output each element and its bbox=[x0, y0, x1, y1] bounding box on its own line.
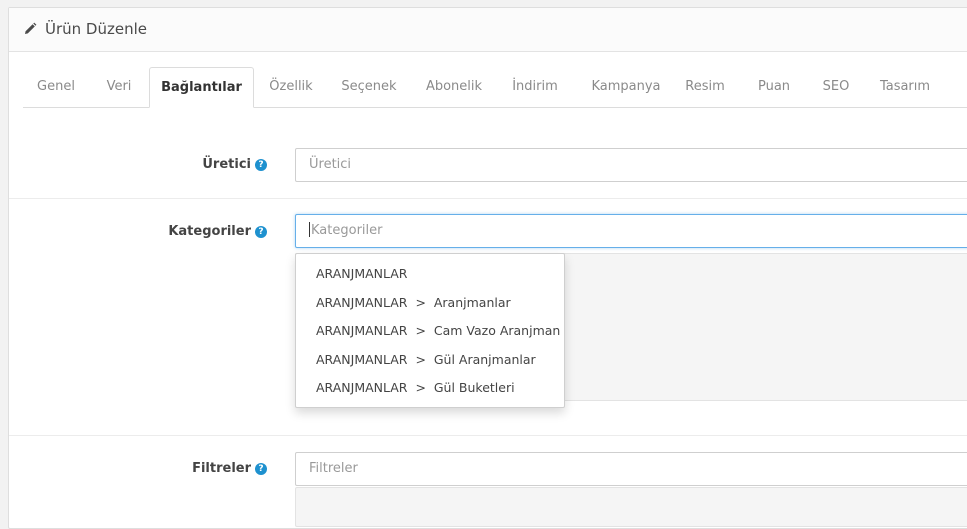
divider bbox=[9, 435, 967, 436]
dropdown-item[interactable]: ARANJMANLAR bbox=[316, 266, 408, 281]
tab-kampanya[interactable]: Kampanya bbox=[589, 67, 663, 107]
dropdown-item[interactable]: ARANJMANLAR > Aranjmanlar bbox=[316, 295, 511, 310]
tab-seo[interactable]: SEO bbox=[821, 67, 851, 107]
tab-ozellik[interactable]: Özellik bbox=[261, 67, 321, 107]
tab-tasarim[interactable]: Tasarım bbox=[877, 67, 933, 107]
manufacturer-input[interactable]: Üretici bbox=[295, 148, 967, 182]
tab-baglantilar[interactable]: Bağlantılar bbox=[149, 67, 254, 108]
page-title: Ürün Düzenle bbox=[45, 20, 147, 38]
pencil-icon bbox=[25, 22, 37, 34]
categories-autocomplete-dropdown: ARANJMANLAR ARANJMANLAR > Aranjmanlar AR… bbox=[295, 253, 565, 408]
help-icon[interactable]: ? bbox=[255, 463, 267, 475]
dropdown-item[interactable]: ARANJMANLAR > Gül Buketleri bbox=[316, 380, 515, 395]
categories-input[interactable]: Kategoriler bbox=[295, 214, 967, 248]
tab-resim[interactable]: Resim bbox=[683, 67, 727, 107]
manufacturer-label: Üretici? bbox=[202, 157, 267, 172]
tab-secenek[interactable]: Seçenek bbox=[339, 67, 399, 107]
tab-genel[interactable]: Genel bbox=[23, 67, 89, 107]
tab-puan[interactable]: Puan bbox=[757, 67, 791, 107]
help-icon[interactable]: ? bbox=[255, 226, 267, 238]
tab-veri[interactable]: Veri bbox=[93, 67, 145, 107]
categories-label: Kategoriler? bbox=[168, 224, 267, 239]
dropdown-item[interactable]: ARANJMANLAR > Cam Vazo Aranjman bbox=[316, 323, 560, 338]
tab-abonelik[interactable]: Abonelik bbox=[421, 67, 487, 107]
tab-bar: Genel Veri Bağlantılar Özellik Seçenek A… bbox=[23, 67, 967, 108]
tab-indirim[interactable]: İndirim bbox=[507, 67, 563, 107]
product-edit-panel: Ürün Düzenle Genel Veri Bağlantılar Özel… bbox=[8, 7, 967, 529]
panel-heading: Ürün Düzenle bbox=[9, 8, 967, 52]
filters-selected-list bbox=[295, 487, 967, 527]
filters-label: Filtreler? bbox=[192, 461, 267, 476]
filters-input[interactable]: Filtreler bbox=[295, 452, 967, 486]
divider bbox=[9, 198, 967, 199]
help-icon[interactable]: ? bbox=[255, 159, 267, 171]
text-caret bbox=[309, 222, 310, 237]
dropdown-item[interactable]: ARANJMANLAR > Gül Aranjmanlar bbox=[316, 352, 536, 367]
